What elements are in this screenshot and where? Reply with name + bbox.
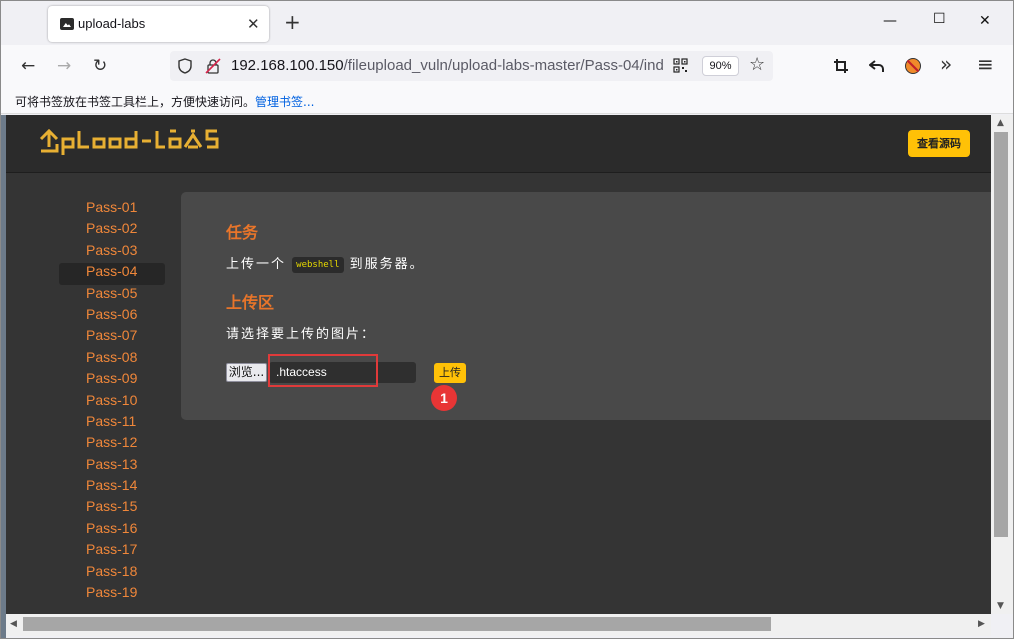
zoom-level-badge[interactable]: 90%	[702, 56, 739, 76]
vertical-scroll-thumb[interactable]	[994, 132, 1008, 537]
task-text-after: 到服务器。	[349, 257, 425, 272]
view-source-button[interactable]: 查看源码	[908, 130, 970, 157]
sidebar-item-pass-10[interactable]: Pass-10	[59, 392, 165, 413]
tab-upload-labs[interactable]: upload-labs ✕	[48, 6, 269, 42]
url-host: 192.168.100.150	[231, 57, 344, 74]
webshell-code: webshell	[292, 257, 344, 273]
sidebar-item-pass-02[interactable]: Pass-02	[59, 220, 165, 241]
scroll-left-icon[interactable]: ◀	[10, 619, 17, 629]
new-tab-button[interactable]: +	[284, 12, 301, 32]
sidebar-item-pass-01[interactable]: Pass-01	[59, 199, 165, 220]
upload-prompt: 请选择要上传的图片：	[226, 327, 377, 342]
tab-title: upload-labs	[78, 16, 146, 31]
sidebar-item-pass-19[interactable]: Pass-19	[59, 584, 165, 605]
bookmarks-hint-text: 可将书签放在书签工具栏上，方便快速访问。管理书签...	[15, 93, 314, 110]
qr-code-icon[interactable]	[673, 58, 688, 73]
sidebar-item-pass-11[interactable]: Pass-11	[59, 413, 165, 434]
tab-strip: upload-labs ✕ + — ☐ ✕	[1, 1, 1013, 45]
annotation-highlight-box	[268, 354, 378, 387]
forward-button[interactable]: →	[57, 56, 71, 76]
bookmarks-hint: 可将书签放在书签工具栏上，方便快速访问。	[15, 95, 256, 109]
url-text[interactable]: 192.168.100.150/fileupload_vuln/upload-l…	[231, 57, 664, 74]
scroll-down-icon[interactable]: ▼	[997, 601, 1004, 611]
manage-bookmarks-link[interactable]: 管理书签...	[255, 95, 314, 109]
sidebar-item-pass-05[interactable]: Pass-05	[59, 285, 165, 306]
back-button[interactable]: ←	[21, 56, 35, 76]
upload-button[interactable]: 上传	[434, 363, 466, 383]
content-panel: 任务 上传一个 webshell 到服务器。 上传区 请选择要上传的图片： 浏览…	[181, 192, 991, 420]
page-header: 查看源码	[6, 115, 991, 173]
sidebar-item-pass-04[interactable]: Pass-04	[59, 263, 165, 285]
app-menu-icon[interactable]: ≡	[977, 54, 994, 74]
pass-sidebar: Pass-01 Pass-02 Pass-03 Pass-04 Pass-05 Pass-…	[59, 199, 165, 605]
sidebar-item-pass-12[interactable]: Pass-12	[59, 434, 165, 455]
upload-labs-logo-icon	[39, 128, 219, 155]
maximize-button[interactable]: ☐	[933, 11, 946, 27]
close-window-button[interactable]: ✕	[979, 13, 991, 29]
sidebar-item-pass-13[interactable]: Pass-13	[59, 456, 165, 477]
scroll-up-icon[interactable]: ▲	[997, 118, 1004, 128]
task-description: 上传一个 webshell 到服务器。	[226, 253, 425, 273]
crop-screenshot-icon[interactable]	[833, 58, 849, 74]
sidebar-item-pass-03[interactable]: Pass-03	[59, 242, 165, 263]
horizontal-scroll-thumb[interactable]	[23, 617, 771, 631]
vertical-scrollbar[interactable]: ▲ ▼	[991, 115, 1013, 614]
sidebar-item-pass-09[interactable]: Pass-09	[59, 370, 165, 391]
task-title: 任务	[226, 223, 259, 242]
bookmark-star-icon[interactable]: ☆	[749, 54, 765, 75]
site-favicon-icon	[60, 18, 74, 30]
more-tools-icon[interactable]: »	[940, 54, 952, 74]
navigation-toolbar: ← → ↻ 192.168.100.150/fileupload_vuln/up…	[1, 45, 1013, 87]
sidebar-item-pass-16[interactable]: Pass-16	[59, 520, 165, 541]
sidebar-item-pass-17[interactable]: Pass-17	[59, 541, 165, 562]
site-logo	[39, 125, 245, 163]
url-path: /fileupload_vuln/upload-labs-master/Pass…	[343, 57, 664, 74]
undo-arrow-icon[interactable]	[869, 58, 885, 74]
web-page: 查看源码 Pass-01 Pass-02 Pass-03 Pass-04 Pass-05…	[6, 115, 991, 614]
sidebar-item-pass-14[interactable]: Pass-14	[59, 477, 165, 498]
task-text-before: 上传一个	[226, 257, 287, 272]
sidebar-item-pass-18[interactable]: Pass-18	[59, 563, 165, 584]
insecure-lock-icon[interactable]	[205, 58, 221, 74]
shield-icon[interactable]	[178, 58, 192, 74]
minimize-button[interactable]: —	[883, 13, 897, 29]
horizontal-scrollbar[interactable]: ◀ ▶	[6, 614, 991, 636]
sidebar-item-pass-15[interactable]: Pass-15	[59, 498, 165, 519]
upload-area-title: 上传区	[226, 293, 275, 312]
step-number-badge: 1	[431, 385, 457, 411]
file-browse-button[interactable]: 浏览...	[226, 363, 267, 382]
sidebar-item-pass-06[interactable]: Pass-06	[59, 306, 165, 327]
sidebar-item-pass-07[interactable]: Pass-07	[59, 327, 165, 348]
browser-window: upload-labs ✕ + — ☐ ✕ ← → ↻ 192.168.100.…	[0, 0, 1014, 639]
bookmarks-toolbar: 可将书签放在书签工具栏上，方便快速访问。管理书签...	[1, 87, 1013, 114]
extension-blocked-icon[interactable]	[904, 57, 922, 75]
scroll-right-icon[interactable]: ▶	[978, 619, 985, 629]
tab-close-icon[interactable]: ✕	[247, 15, 260, 33]
sidebar-item-pass-08[interactable]: Pass-08	[59, 349, 165, 370]
address-bar[interactable]: 192.168.100.150/fileupload_vuln/upload-l…	[170, 51, 773, 81]
reload-button[interactable]: ↻	[93, 56, 107, 76]
